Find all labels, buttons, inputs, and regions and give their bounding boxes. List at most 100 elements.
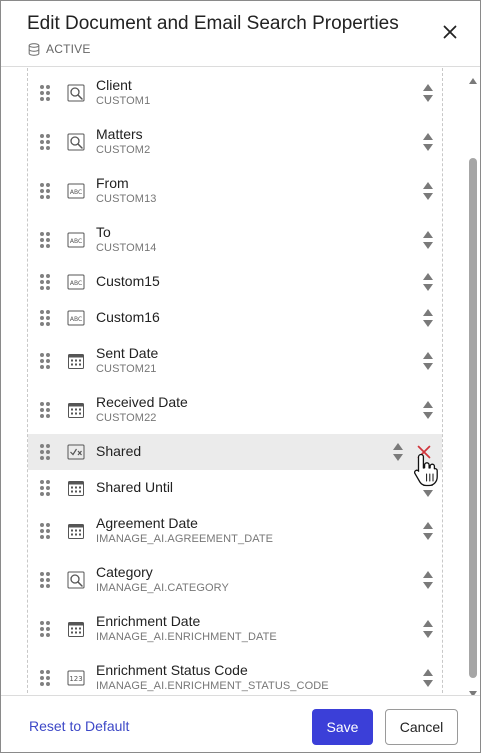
dialog-title: Edit Document and Email Search Propertie… xyxy=(27,13,399,34)
sort-updown-icon[interactable] xyxy=(422,132,434,152)
field-row[interactable]: ABC To CUSTOM14 xyxy=(28,215,442,264)
sort-updown-icon[interactable] xyxy=(422,181,434,201)
field-identifier: IMANAGE_AI.ENRICHMENT_DATE xyxy=(96,631,277,643)
scroll-down-arrow-icon[interactable] xyxy=(469,684,477,697)
field-list-viewport: Client CUSTOM1 Matters CUSTOM2 ABC From CUSTOM… xyxy=(1,68,480,695)
text-abc-icon: ABC xyxy=(67,182,85,200)
field-identifier: CUSTOM2 xyxy=(96,144,151,156)
boolean-checkbox-icon xyxy=(67,443,85,461)
field-row[interactable]: Enrichment Date IMANAGE_AI.ENRICHMENT_DAT… xyxy=(28,604,442,653)
lookup-icon xyxy=(67,571,85,589)
drag-handle-icon[interactable] xyxy=(40,522,50,539)
dialog-footer: Reset to Default Save Cancel xyxy=(1,695,480,752)
calendar-icon xyxy=(67,352,85,370)
field-label: Client xyxy=(96,77,132,93)
database-icon xyxy=(28,42,40,56)
field-label: Sent Date xyxy=(96,345,159,361)
drag-handle-icon[interactable] xyxy=(40,182,50,199)
field-identifier: CUSTOM21 xyxy=(96,363,157,375)
sort-updown-icon[interactable] xyxy=(422,272,434,292)
field-row[interactable]: ABC Custom15 xyxy=(28,264,442,300)
sort-updown-icon[interactable] xyxy=(392,442,404,462)
field-identifier: IMANAGE_AI.CATEGORY xyxy=(96,582,229,594)
cancel-button[interactable]: Cancel xyxy=(385,709,458,745)
field-label: Custom15 xyxy=(96,273,160,289)
scroll-thumb[interactable] xyxy=(469,158,477,678)
field-identifier: IMANAGE_AI.AGREEMENT_DATE xyxy=(96,533,274,545)
calendar-icon xyxy=(67,479,85,497)
field-label: Agreement Date xyxy=(96,515,198,531)
field-row[interactable]: ABC Custom16 xyxy=(28,300,442,336)
field-row[interactable]: Received Date CUSTOM22 xyxy=(28,385,442,434)
text-abc-icon: ABC xyxy=(67,273,85,291)
sort-updown-icon[interactable] xyxy=(422,668,434,688)
drag-handle-icon[interactable] xyxy=(40,571,50,588)
field-row[interactable]: Sent Date CUSTOM21 xyxy=(28,336,442,385)
lookup-icon xyxy=(67,133,85,151)
svg-text:ABC: ABC xyxy=(70,189,82,196)
sort-updown-icon[interactable] xyxy=(422,308,434,328)
drag-handle-icon[interactable] xyxy=(40,84,50,101)
drag-handle-icon[interactable] xyxy=(40,231,50,248)
drag-handle-icon[interactable] xyxy=(40,669,50,686)
drag-handle-icon[interactable] xyxy=(40,274,50,290)
field-row[interactable]: 123 Enrichment Status Code IMANAGE_AI.ENRI… xyxy=(28,653,442,695)
field-label: Shared Until xyxy=(96,479,174,495)
remove-field-icon[interactable] xyxy=(416,444,432,460)
field-identifier: CUSTOM13 xyxy=(96,193,157,205)
field-label: Custom16 xyxy=(96,309,160,325)
calendar-icon xyxy=(67,522,85,540)
drag-handle-icon[interactable] xyxy=(40,444,50,460)
number-123-icon: 123 xyxy=(67,669,85,687)
field-row[interactable]: ABC From CUSTOM13 xyxy=(28,166,442,215)
sort-updown-icon[interactable] xyxy=(422,83,434,103)
sort-updown-icon[interactable] xyxy=(422,570,434,590)
field-label: Enrichment Date xyxy=(96,613,201,629)
drag-handle-icon[interactable] xyxy=(40,480,50,496)
field-label: From xyxy=(96,175,129,191)
scroll-up-arrow-icon[interactable] xyxy=(469,71,477,84)
sort-updown-icon[interactable] xyxy=(422,230,434,250)
sort-updown-icon[interactable] xyxy=(422,351,434,371)
field-row[interactable]: Shared Until xyxy=(28,470,442,506)
svg-text:ABC: ABC xyxy=(70,316,82,323)
status-label: ACTIVE xyxy=(46,42,91,56)
drag-handle-icon[interactable] xyxy=(40,620,50,637)
sort-updown-icon[interactable] xyxy=(422,478,434,498)
svg-text:123: 123 xyxy=(69,675,82,683)
field-row[interactable]: Shared xyxy=(28,434,442,470)
calendar-icon xyxy=(67,620,85,638)
field-label: Shared xyxy=(96,443,142,459)
sort-updown-icon[interactable] xyxy=(422,619,434,639)
field-label: Category xyxy=(96,564,153,580)
drag-handle-icon[interactable] xyxy=(40,352,50,369)
field-label: Received Date xyxy=(96,394,188,410)
scrollbar[interactable] xyxy=(467,68,479,697)
field-label: Enrichment Status Code xyxy=(96,662,248,678)
field-row[interactable]: Matters CUSTOM2 xyxy=(28,117,442,166)
drag-handle-icon[interactable] xyxy=(40,133,50,150)
field-row[interactable]: Agreement Date IMANAGE_AI.AGREEMENT_DATE xyxy=(28,506,442,555)
edit-search-properties-dialog: Edit Document and Email Search Propertie… xyxy=(0,0,481,753)
save-button[interactable]: Save xyxy=(312,709,373,745)
lookup-icon xyxy=(67,84,85,102)
sort-updown-icon[interactable] xyxy=(422,521,434,541)
drag-handle-icon[interactable] xyxy=(40,401,50,418)
status-indicator: ACTIVE xyxy=(28,42,91,56)
field-label: To xyxy=(96,224,111,240)
field-label: Matters xyxy=(96,126,143,142)
sort-updown-icon[interactable] xyxy=(422,400,434,420)
calendar-icon xyxy=(67,401,85,419)
field-identifier: CUSTOM22 xyxy=(96,412,157,424)
dialog-header: Edit Document and Email Search Propertie… xyxy=(1,1,480,67)
close-icon xyxy=(443,25,457,44)
field-identifier: IMANAGE_AI.ENRICHMENT_STATUS_CODE xyxy=(96,680,329,692)
reset-to-default-link[interactable]: Reset to Default xyxy=(29,718,129,734)
field-list: Client CUSTOM1 Matters CUSTOM2 ABC From CUSTOM… xyxy=(27,68,443,695)
drag-handle-icon[interactable] xyxy=(40,310,50,326)
close-button[interactable] xyxy=(439,23,461,45)
field-row[interactable]: Category IMANAGE_AI.CATEGORY xyxy=(28,555,442,604)
field-row[interactable]: Client CUSTOM1 xyxy=(28,68,442,117)
text-abc-icon: ABC xyxy=(67,231,85,249)
svg-text:ABC: ABC xyxy=(70,280,82,287)
